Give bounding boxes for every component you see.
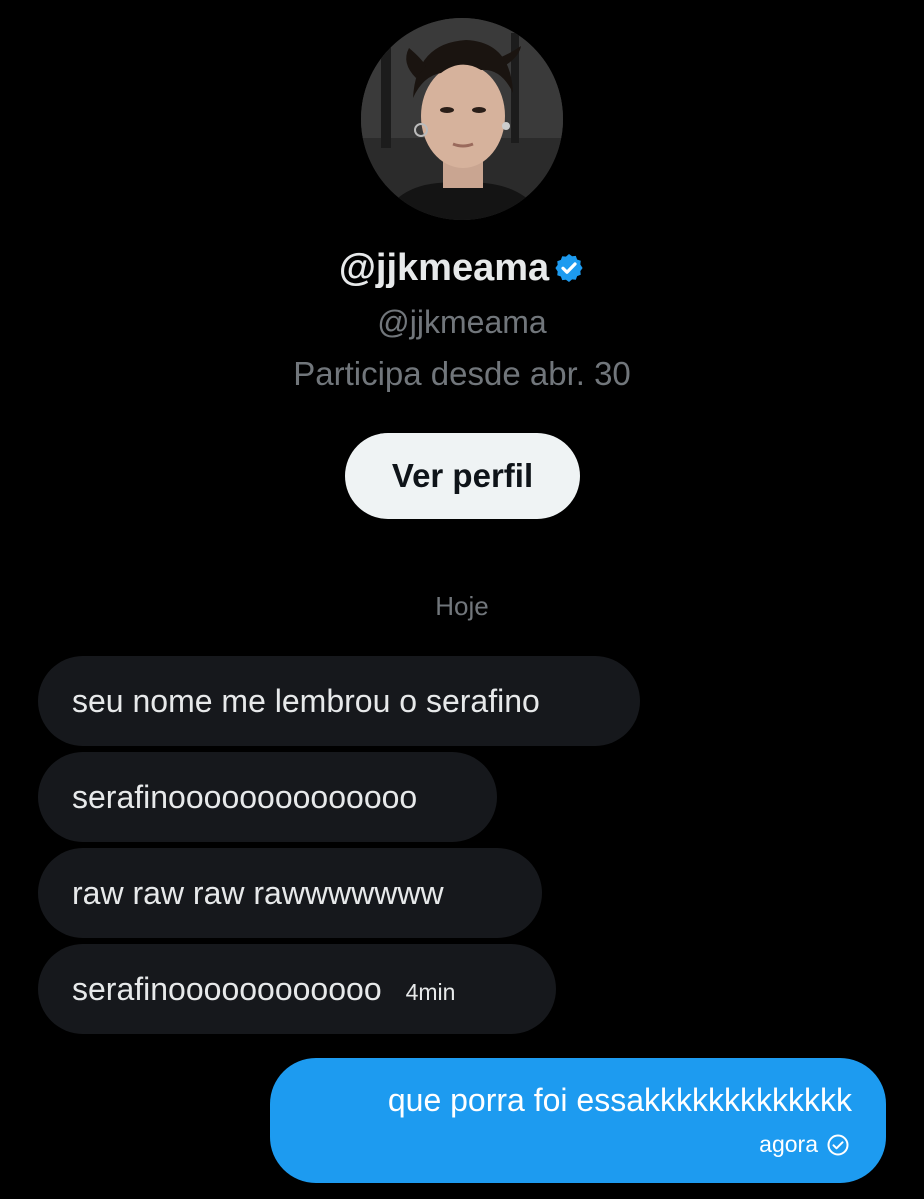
message-text: serafinoooooooooooooo xyxy=(72,778,418,815)
date-separator: Hoje xyxy=(435,591,489,621)
message-time: agora xyxy=(759,1131,818,1157)
message-text: serafinoooooooooooo xyxy=(72,970,382,1007)
incoming-message[interactable]: raw raw raw rawwwwwww xyxy=(38,848,542,938)
avatar-photo xyxy=(361,18,563,220)
profile-avatar[interactable] xyxy=(361,18,563,220)
display-name: @jjkmeama xyxy=(338,247,550,289)
display-name-row: @jjkmeama xyxy=(0,246,924,294)
sent-check-icon xyxy=(827,1134,849,1155)
message-time: 4min xyxy=(405,978,456,1005)
incoming-message[interactable]: serafinoooooooooooo 4min xyxy=(38,944,556,1034)
message-text: raw raw raw rawwwwwww xyxy=(72,874,444,911)
message-status: agora xyxy=(759,1131,850,1158)
message-text: seu nome me lembrou o serafino xyxy=(72,682,540,719)
verified-badge-icon xyxy=(553,250,585,294)
view-profile-button[interactable]: Ver perfil xyxy=(345,433,580,519)
message-text: que porra foi essakkkkkkkkkkkkk xyxy=(387,1082,852,1118)
incoming-message[interactable]: seu nome me lembrou o serafino xyxy=(38,656,640,746)
outgoing-message[interactable]: que porra foi essakkkkkkkkkkkkk agora xyxy=(270,1058,886,1183)
profile-handle: @jjkmeama xyxy=(377,304,547,340)
joined-date: Participa desde abr. 30 xyxy=(293,355,631,392)
incoming-message[interactable]: serafinoooooooooooooo xyxy=(38,752,497,842)
